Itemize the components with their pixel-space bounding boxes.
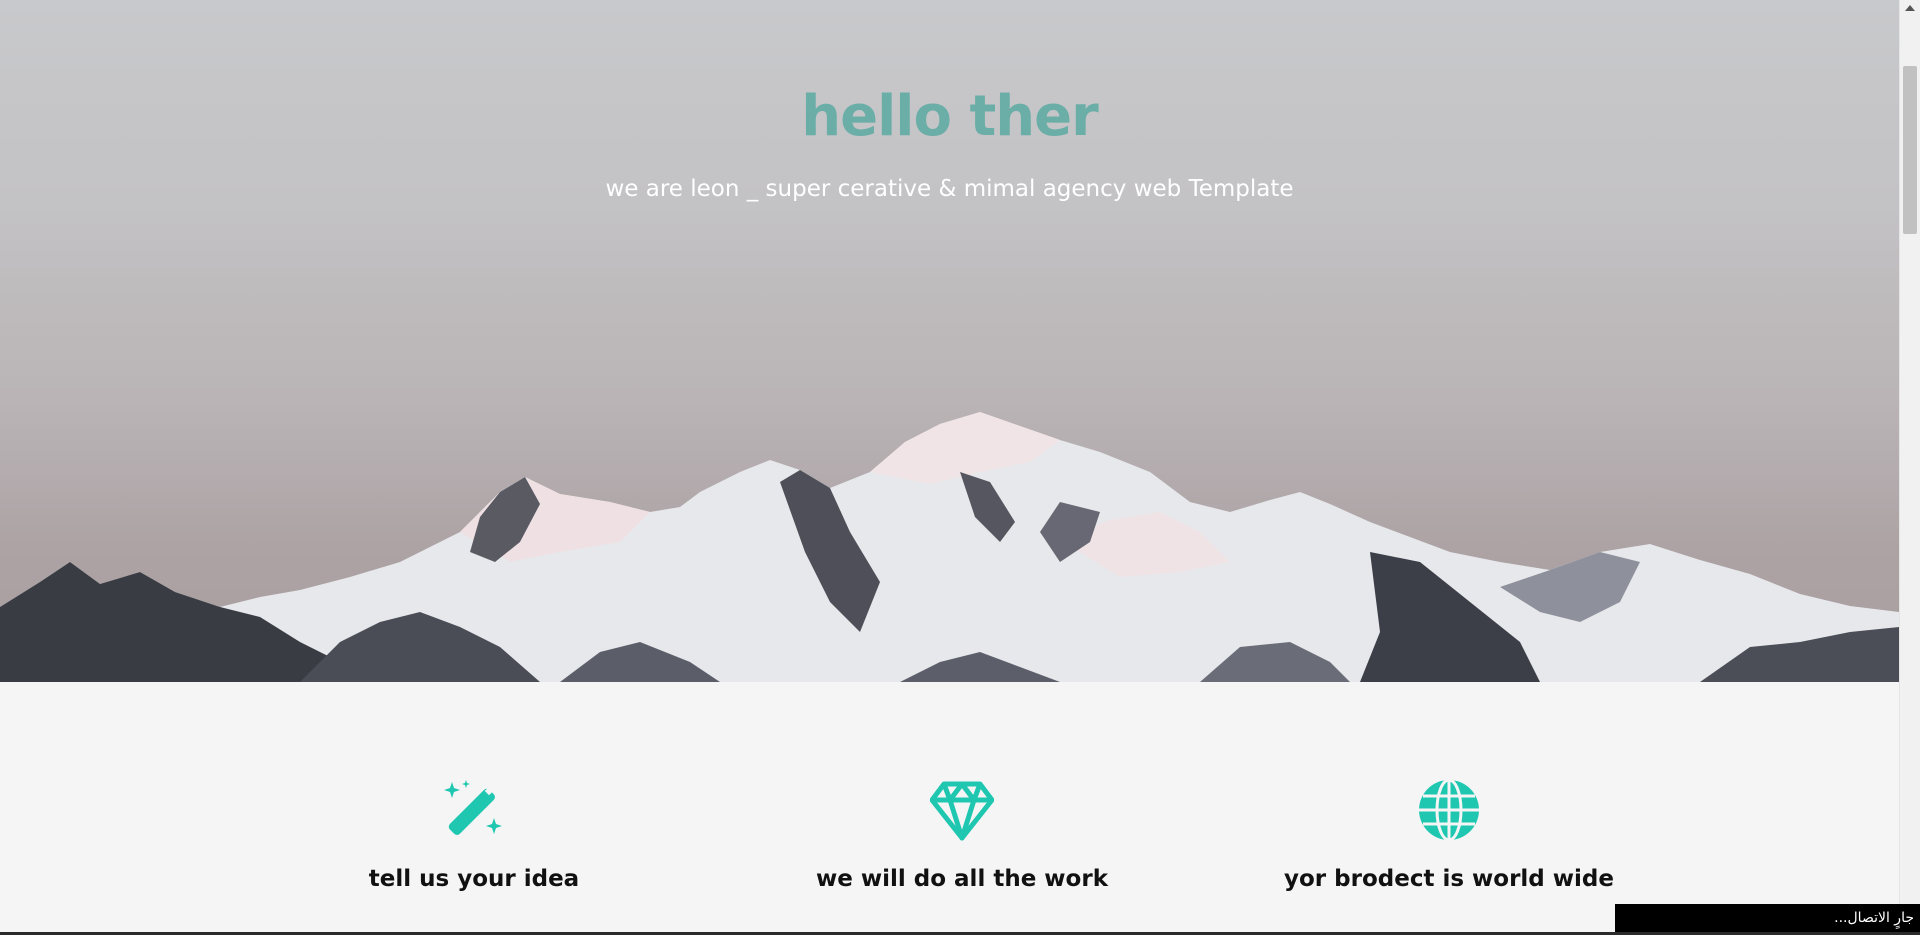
scroll-thumb[interactable] bbox=[1903, 66, 1917, 234]
hero-subtitle: we are leon _ super cerative & mimal age… bbox=[605, 176, 1294, 202]
connection-status-popup: جارٍ الاتصال... bbox=[1615, 904, 1920, 932]
feature-worldwide: yor brodect is world wide bbox=[1209, 778, 1689, 892]
page: hello ther we are leon _ super cerative … bbox=[0, 0, 1920, 935]
scroll-up-arrow-icon[interactable] bbox=[1905, 5, 1915, 11]
vertical-scrollbar[interactable] bbox=[1899, 0, 1920, 935]
feature-title: we will do all the work bbox=[816, 866, 1108, 892]
feature-title: yor brodect is world wide bbox=[1284, 866, 1614, 892]
diamond-icon bbox=[930, 781, 994, 841]
magic-wand-icon bbox=[444, 780, 502, 835]
globe-icon bbox=[1419, 778, 1479, 842]
mountain-background-image bbox=[0, 412, 1899, 682]
features-section: tell us your idea we will do all the wor… bbox=[0, 682, 1899, 935]
feature-idea: tell us your idea bbox=[234, 778, 714, 892]
feature-title: tell us your idea bbox=[368, 866, 580, 892]
feature-work: we will do all the work bbox=[722, 778, 1202, 892]
hero-title: hello ther bbox=[801, 84, 1098, 149]
hero-section: hello ther we are leon _ super cerative … bbox=[0, 0, 1899, 682]
